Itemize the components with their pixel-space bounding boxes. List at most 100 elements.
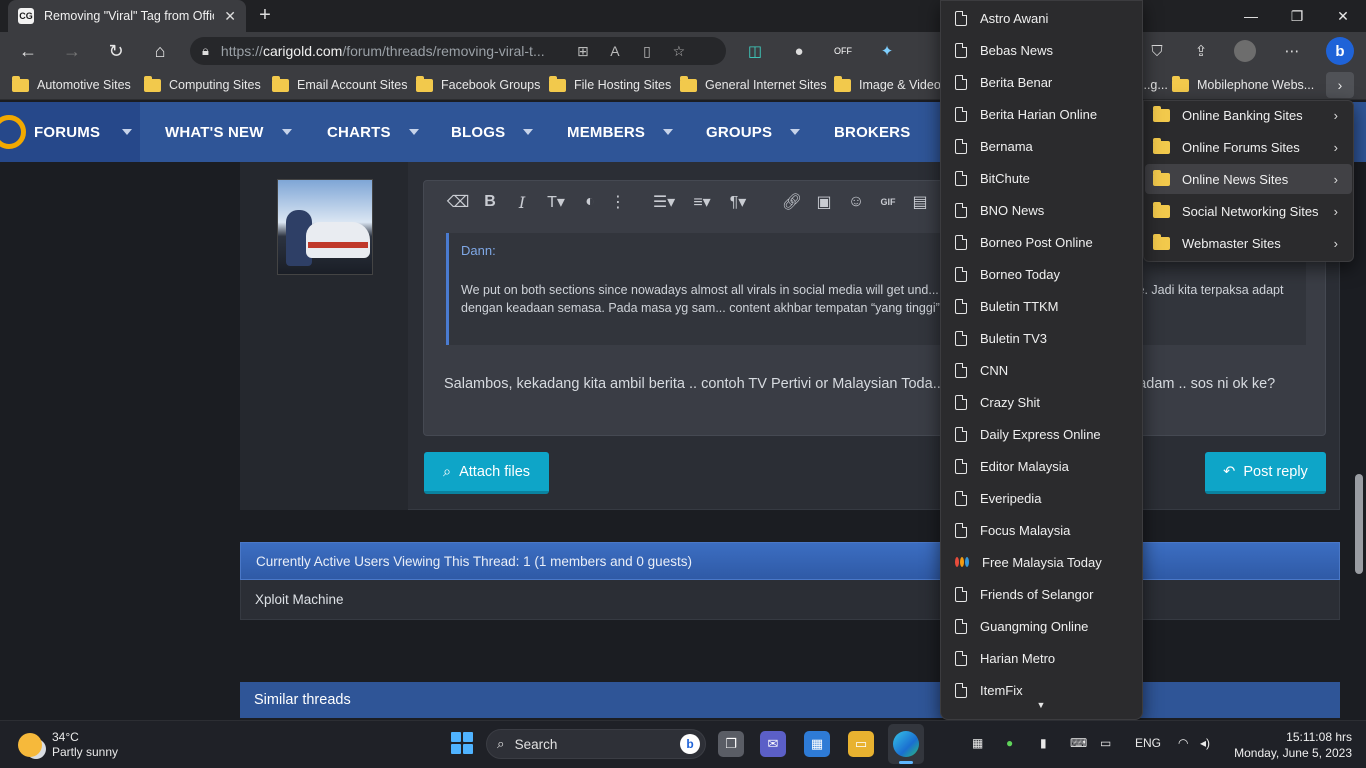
nav-charts[interactable]: CHARTS <box>327 102 419 162</box>
active-user-link[interactable]: Xploit Machine <box>255 592 344 607</box>
emoji-icon[interactable]: ☺ <box>840 193 872 211</box>
attach-files-button[interactable]: ⌕ Attach files <box>424 452 549 494</box>
read-aloud-icon[interactable]: A <box>605 43 625 59</box>
bookmark-folder[interactable]: Computing Sites <box>144 74 261 96</box>
nav-blogs[interactable]: BLOGS <box>451 102 534 162</box>
bookmarks-overflow-chevron-icon[interactable]: › <box>1326 72 1354 98</box>
forums-tab[interactable]: FORUMS <box>0 102 140 162</box>
chevron-down-icon[interactable] <box>663 129 674 135</box>
volume-icon[interactable]: ◂) <box>1200 736 1210 750</box>
nav-whats-new[interactable]: WHAT'S NEW <box>165 102 292 162</box>
bookmark-folder[interactable]: Email Account Sites <box>272 74 407 96</box>
image-icon[interactable]: ▣ <box>808 192 840 212</box>
chevron-down-icon[interactable] <box>122 129 133 135</box>
profile-avatar-icon[interactable] <box>1234 40 1256 62</box>
bookmark-folder[interactable]: Mobilephone Webs... <box>1172 74 1314 96</box>
url-field[interactable]: 🔒︎ https://carigold.com/forum/threads/re… <box>190 37 726 65</box>
bookmark-item[interactable]: Harian Metro <box>941 642 1142 674</box>
align-icon[interactable]: ≡▾ <box>684 192 720 212</box>
palette-icon[interactable]: ◐ <box>574 193 606 211</box>
bing-icon[interactable]: b <box>1326 37 1354 65</box>
chevron-down-icon[interactable] <box>790 129 801 135</box>
store-icon[interactable]: ▦ <box>804 731 830 757</box>
nav-members[interactable]: MEMBERS <box>567 102 674 162</box>
avatar[interactable] <box>277 179 373 275</box>
gif-icon[interactable]: GIF <box>872 197 904 207</box>
link-icon[interactable]: 🔗︎ <box>776 192 808 212</box>
new-tab-icon[interactable]: + <box>254 4 276 26</box>
keyboard-icon[interactable]: ⌨ <box>1070 736 1087 750</box>
clock[interactable]: 15:11:08 hrs Monday, June 5, 2023 <box>1232 729 1352 761</box>
usb-icon[interactable]: ▮ <box>1040 736 1047 750</box>
eraser-icon[interactable]: ⌫ <box>442 192 474 212</box>
utorrent-icon[interactable]: ● <box>1006 736 1013 750</box>
minimize-icon[interactable]: — <box>1228 0 1274 32</box>
bookmark-folder-item[interactable]: Social Networking Sites › <box>1145 196 1352 226</box>
more-options-icon[interactable]: ⋮ <box>606 192 630 212</box>
bookmark-item[interactable]: Bernama <box>941 130 1142 162</box>
bookmark-folder[interactable]: Automotive Sites <box>12 74 131 96</box>
cursor-extension-icon[interactable]: ✦ <box>876 40 898 62</box>
nav-groups[interactable]: GROUPS <box>706 102 801 162</box>
bookmark-folder-item[interactable]: Webmaster Sites › <box>1145 228 1352 258</box>
maximize-icon[interactable]: ❐ <box>1274 0 1320 32</box>
split-screen-icon[interactable]: ▯ <box>637 43 657 60</box>
bookmark-folder-item[interactable]: Online News Sites › <box>1145 164 1352 194</box>
chevron-down-icon[interactable] <box>408 129 419 135</box>
bookmark-item[interactable]: Buletin TTKM <box>941 290 1142 322</box>
bookmark-item[interactable]: BNO News <box>941 194 1142 226</box>
italic-icon[interactable]: I <box>506 193 538 212</box>
bookmark-folder[interactable]: ...g... <box>1140 74 1168 96</box>
bookmark-item[interactable]: Editor Malaysia <box>941 450 1142 482</box>
windows-start-icon[interactable] <box>451 732 473 754</box>
bold-icon[interactable]: B <box>474 193 506 211</box>
nav-brokers[interactable]: BROKERS <box>834 102 910 162</box>
bookmark-item[interactable]: Borneo Today <box>941 258 1142 290</box>
list-icon[interactable]: ☰▾ <box>644 192 684 212</box>
back-icon[interactable]: ← <box>15 38 41 64</box>
home-icon[interactable]: ⌂ <box>147 38 173 64</box>
share-icon[interactable]: ⇪ <box>1190 40 1212 62</box>
bookmark-folder[interactable]: File Hosting Sites <box>549 74 671 96</box>
bing-icon[interactable]: b <box>680 734 700 754</box>
bookmark-item[interactable]: Berita Harian Online <box>941 98 1142 130</box>
edge-icon[interactable] <box>893 731 919 757</box>
shield-icon[interactable]: ⛉ <box>1146 40 1168 62</box>
bookmark-item[interactable]: Bebas News <box>941 34 1142 66</box>
language-indicator[interactable]: ENG <box>1135 736 1161 750</box>
media-icon[interactable]: ▤ <box>904 192 936 212</box>
bookmark-item[interactable]: Borneo Post Online <box>941 226 1142 258</box>
task-view-icon[interactable]: ❐ <box>718 731 744 757</box>
text-size-icon[interactable]: T▾ <box>538 192 574 212</box>
off-extension-icon[interactable]: OFF <box>832 40 854 62</box>
taskbar-search[interactable]: ⌕ Search b <box>486 729 706 759</box>
bookmark-item[interactable]: Daily Express Online <box>941 418 1142 450</box>
bookmark-item[interactable]: Berita Benar <box>941 66 1142 98</box>
bookmark-folder[interactable]: General Internet Sites <box>680 74 827 96</box>
bookmark-item[interactable]: Astro Awani <box>941 2 1142 34</box>
bookmark-item[interactable]: Buletin TV3 <box>941 322 1142 354</box>
reply-text[interactable]: Salambos, kekadang kita ambil berita .. … <box>444 374 1314 395</box>
close-tab-icon[interactable]: ✕ <box>224 8 236 25</box>
display-icon[interactable]: ▭ <box>1100 736 1111 750</box>
paragraph-icon[interactable]: ¶▾ <box>720 192 756 212</box>
reader-extension-icon[interactable]: ◫ <box>744 40 766 62</box>
scrollbar-thumb[interactable] <box>1355 474 1363 574</box>
more-menu-icon[interactable]: ⋯ <box>1281 40 1303 62</box>
close-window-icon[interactable]: ✕ <box>1320 0 1366 32</box>
bookmark-item[interactable]: Focus Malaysia <box>941 514 1142 546</box>
chat-icon[interactable]: ✉ <box>760 731 786 757</box>
menu-scroll-down-icon[interactable]: ▼ <box>1036 700 1046 710</box>
bookmark-item[interactable]: Crazy Shit <box>941 386 1142 418</box>
bookmark-item[interactable]: BitChute <box>941 162 1142 194</box>
bookmark-folder-item[interactable]: Online Forums Sites › <box>1145 132 1352 162</box>
apps-icon[interactable]: ⊞ <box>573 43 593 60</box>
extension-icon[interactable]: ● <box>788 40 810 62</box>
app-tray-icon[interactable]: ▦ <box>972 736 983 750</box>
bookmark-folder[interactable]: Image & Video <box>834 74 941 96</box>
file-explorer-icon[interactable]: ▭ <box>848 731 874 757</box>
bookmark-item[interactable]: CNN <box>941 354 1142 386</box>
page-scrollbar[interactable] <box>1352 162 1366 718</box>
weather-widget[interactable]: 34°C Partly sunny <box>18 730 118 760</box>
refresh-icon[interactable]: ↻ <box>103 38 129 64</box>
